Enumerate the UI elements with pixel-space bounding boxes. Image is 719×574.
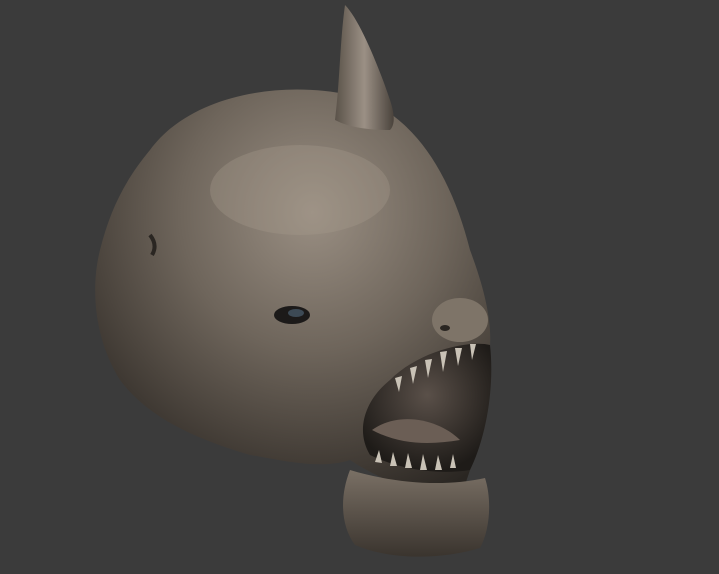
sculpt-render: [0, 0, 719, 574]
brow-highlight: [210, 145, 390, 235]
nose: [432, 298, 488, 342]
lower-jaw: [343, 470, 490, 557]
eye-glint: [288, 309, 304, 317]
nostril: [440, 325, 450, 331]
3d-viewport[interactable]: [0, 0, 719, 574]
